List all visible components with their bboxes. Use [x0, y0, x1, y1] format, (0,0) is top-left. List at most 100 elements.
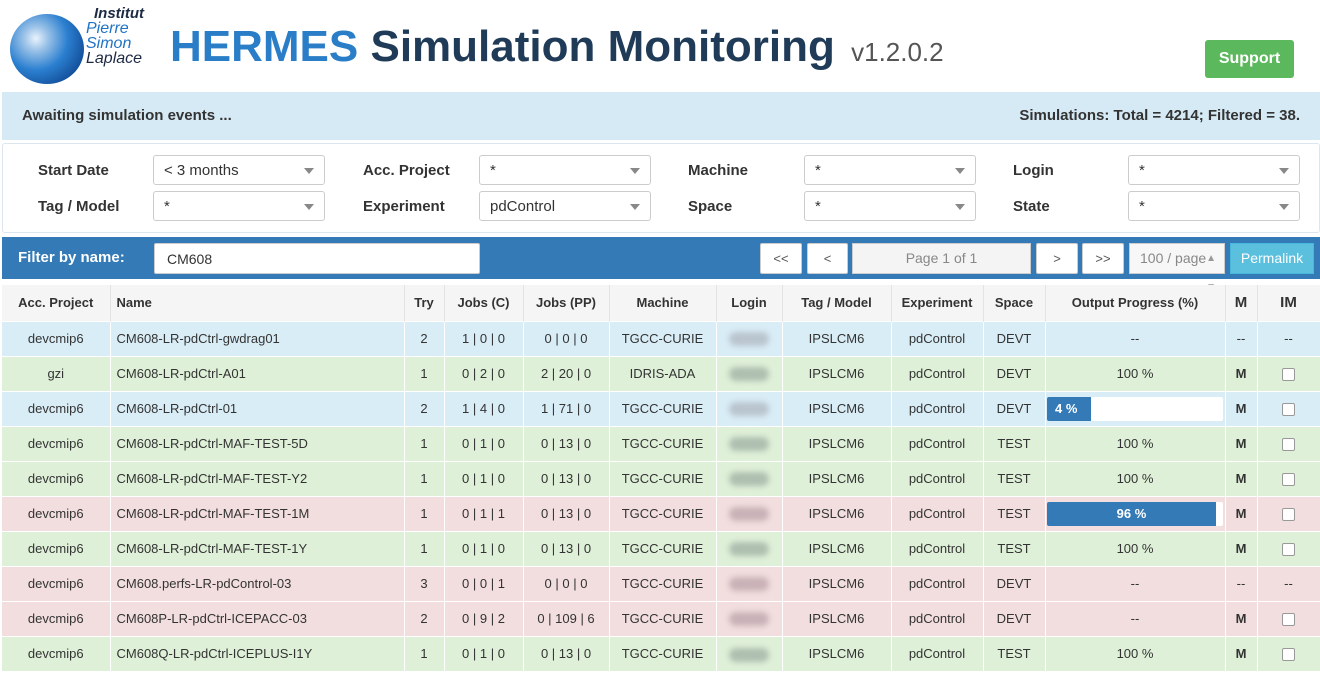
- cell-output-progress: 100 %: [1045, 425, 1226, 461]
- cell-project: devcmip6: [2, 530, 111, 566]
- cell-experiment: pdControl: [891, 530, 984, 566]
- cell-name[interactable]: CM608-LR-pdCtrl-MAF-TEST-1Y: [110, 530, 405, 566]
- tag-model-select[interactable]: *: [153, 191, 325, 221]
- col-header[interactable]: Space: [983, 285, 1046, 321]
- im-checkbox[interactable]: [1282, 508, 1295, 522]
- cell-machine: TGCC-CURIE: [609, 565, 717, 601]
- cell-name[interactable]: CM608-LR-pdCtrl-01: [110, 390, 405, 426]
- table-row[interactable]: devcmip6 CM608.perfs-LR-pdControl-03 3 0 | …: [2, 565, 1320, 601]
- im-checkbox[interactable]: [1282, 473, 1295, 487]
- table-row[interactable]: devcmip6 CM608P-LR-pdCtrl-ICEPACC-03 2 0 | …: [2, 600, 1320, 636]
- im-checkbox[interactable]: [1282, 543, 1295, 557]
- experiment-select[interactable]: pdControl: [479, 191, 651, 221]
- cell-login: [716, 355, 783, 391]
- table-row[interactable]: devcmip6 CM608-LR-pdCtrl-MAF-TEST-5D 1 0 | …: [2, 425, 1320, 461]
- cell-name[interactable]: CM608.perfs-LR-pdControl-03: [110, 565, 405, 601]
- cell-m[interactable]: M: [1225, 635, 1258, 671]
- table-row[interactable]: devcmip6 CM608-LR-pdCtrl-01 2 1 | 4 | 01 | …: [2, 390, 1320, 426]
- table-row[interactable]: gzi CM608-LR-pdCtrl-A01 1 0 | 2 | 02 | 20 |…: [2, 355, 1320, 391]
- cell-name[interactable]: CM608-LR-pdCtrl-A01: [110, 355, 405, 391]
- table-row[interactable]: devcmip6 CM608-LR-pdCtrl-MAF-TEST-1Y 1 0 | …: [2, 530, 1320, 566]
- space-select[interactable]: *: [804, 191, 976, 221]
- login-select[interactable]: *: [1128, 155, 1300, 185]
- im-checkbox[interactable]: [1282, 613, 1295, 627]
- simulations-table: Acc. Project Name Try Jobs (C) Jobs (PP)…: [2, 285, 1320, 671]
- filter-name-input[interactable]: CM608: [154, 243, 480, 274]
- cell-name[interactable]: CM608P-LR-pdCtrl-ICEPACC-03: [110, 600, 405, 636]
- permalink-button[interactable]: Permalink: [1230, 243, 1314, 274]
- col-header[interactable]: Jobs (PP): [523, 285, 610, 321]
- cell-im: --: [1257, 320, 1320, 356]
- cell-jobs-c: 0 | 2 | 0: [444, 355, 524, 391]
- cell-jobs-c: 0 | 9 | 2: [444, 600, 524, 636]
- cell-space: DEVT: [983, 565, 1046, 601]
- per-page-value: 100 / page: [1140, 250, 1207, 266]
- im-checkbox[interactable]: [1282, 368, 1295, 382]
- col-header[interactable]: Login: [716, 285, 783, 321]
- cell-name[interactable]: CM608-LR-pdCtrl-MAF-TEST-5D: [110, 425, 405, 461]
- im-checkbox[interactable]: [1282, 648, 1295, 662]
- last-page-button[interactable]: >>: [1082, 243, 1124, 274]
- col-header[interactable]: Name: [110, 285, 405, 321]
- cell-m[interactable]: M: [1225, 460, 1258, 496]
- table-row[interactable]: devcmip6 CM608-LR-pdCtrl-MAF-TEST-Y2 1 0 | …: [2, 460, 1320, 496]
- filter-by-name-label: Filter by name:: [18, 249, 125, 266]
- cell-m[interactable]: M: [1225, 495, 1258, 531]
- cell-name[interactable]: CM608Q-LR-pdCtrl-ICEPLUS-I1Y: [110, 635, 405, 671]
- first-page-button[interactable]: <<: [760, 243, 802, 274]
- state-select[interactable]: *: [1128, 191, 1300, 221]
- cell-try: 2: [404, 320, 445, 356]
- chevron-down-icon: [955, 168, 965, 174]
- col-header[interactable]: M: [1225, 285, 1258, 321]
- progress-fill: 96 %: [1047, 501, 1216, 526]
- im-checkbox[interactable]: [1282, 403, 1295, 417]
- cell-login: [716, 460, 783, 496]
- next-page-button[interactable]: >: [1036, 243, 1078, 274]
- table-row[interactable]: devcmip6 CM608-LR-pdCtrl-MAF-TEST-1M 1 0 | …: [2, 495, 1320, 531]
- cell-project: gzi: [2, 355, 111, 391]
- cell-im: [1257, 425, 1320, 461]
- col-header[interactable]: Machine: [609, 285, 717, 321]
- table-row[interactable]: devcmip6 CM608Q-LR-pdCtrl-ICEPLUS-I1Y 1 0 |…: [2, 635, 1320, 671]
- col-header[interactable]: Try: [404, 285, 445, 321]
- simulation-counts: Simulations: Total = 4214; Filtered = 38…: [1019, 107, 1300, 124]
- cell-machine: TGCC-CURIE: [609, 495, 717, 531]
- redacted-login: [729, 402, 769, 417]
- cell-m[interactable]: M: [1225, 530, 1258, 566]
- cell-space: DEVT: [983, 320, 1046, 356]
- space-label: Space: [688, 198, 733, 215]
- cell-machine: TGCC-CURIE: [609, 390, 717, 426]
- cell-name[interactable]: CM608-LR-pdCtrl-gwdrag01: [110, 320, 405, 356]
- col-header[interactable]: IM: [1257, 285, 1320, 321]
- table-row[interactable]: devcmip6 CM608-LR-pdCtrl-gwdrag01 2 1 | 0 |…: [2, 320, 1320, 356]
- machine-select[interactable]: *: [804, 155, 976, 185]
- cell-experiment: pdControl: [891, 320, 984, 356]
- col-header[interactable]: Output Progress (%): [1045, 285, 1226, 321]
- start-date-select[interactable]: < 3 months: [153, 155, 325, 185]
- cell-m[interactable]: M: [1225, 355, 1258, 391]
- acc-project-select[interactable]: *: [479, 155, 651, 185]
- cell-space: TEST: [983, 425, 1046, 461]
- col-header[interactable]: Jobs (C): [444, 285, 524, 321]
- cell-name[interactable]: CM608-LR-pdCtrl-MAF-TEST-Y2: [110, 460, 405, 496]
- col-header[interactable]: Experiment: [891, 285, 984, 321]
- col-header[interactable]: Acc. Project: [2, 285, 111, 321]
- cell-login: [716, 390, 783, 426]
- cell-m[interactable]: M: [1225, 425, 1258, 461]
- cell-m[interactable]: M: [1225, 390, 1258, 426]
- im-checkbox[interactable]: [1282, 438, 1295, 452]
- cell-experiment: pdControl: [891, 425, 984, 461]
- support-button[interactable]: Support: [1205, 40, 1294, 78]
- cell-name[interactable]: CM608-LR-pdCtrl-MAF-TEST-1M: [110, 495, 405, 531]
- prev-page-button[interactable]: <: [807, 243, 848, 274]
- space-value: *: [815, 198, 821, 215]
- cell-space: DEVT: [983, 355, 1046, 391]
- machine-label: Machine: [688, 162, 749, 179]
- per-page-select[interactable]: 100 / page▲▼: [1129, 243, 1225, 293]
- cell-im: [1257, 390, 1320, 426]
- cell-m[interactable]: M: [1225, 600, 1258, 636]
- cell-tag-model: IPSLCM6: [782, 355, 892, 391]
- cell-try: 2: [404, 600, 445, 636]
- acc-project-value: *: [490, 162, 496, 179]
- col-header[interactable]: Tag / Model: [782, 285, 892, 321]
